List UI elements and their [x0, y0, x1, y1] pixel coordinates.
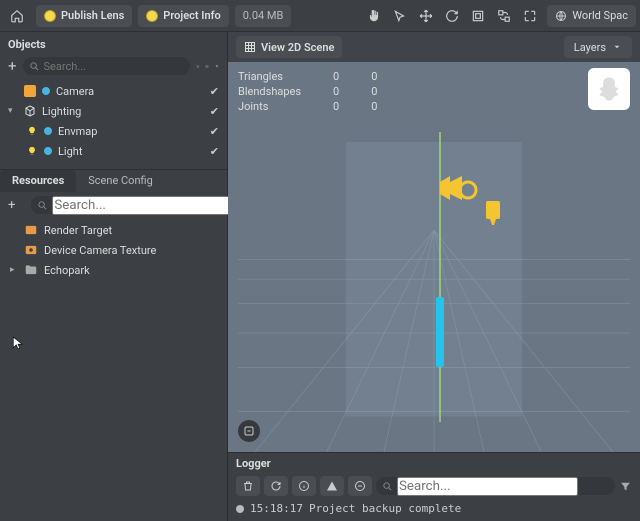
logger-search-input[interactable]: [397, 477, 578, 496]
viewport-stats: Triangles00 Blendshapes00 Joints00: [236, 68, 409, 115]
tree-row-lighting[interactable]: ▾ Lighting ✔: [4, 101, 223, 121]
log-level-dot-icon: [236, 505, 244, 513]
logger-reload-button[interactable]: [264, 476, 288, 496]
logger-error-filter[interactable]: [348, 476, 372, 496]
lightbulb-icon: [26, 126, 38, 136]
resources-search[interactable]: [31, 196, 239, 214]
grid-icon: [244, 41, 256, 53]
sun-icon: [44, 10, 56, 22]
logger-panel-title: Logger: [228, 453, 640, 474]
filter-icon[interactable]: [215, 60, 219, 73]
project-size-label: 0.04 MB: [235, 5, 292, 27]
publish-lens-label: Publish Lens: [61, 9, 124, 22]
log-entry: 15:18:17 Project backup complete: [228, 500, 640, 521]
tree-row-light[interactable]: Light ✔: [4, 141, 223, 161]
enabled-check-icon[interactable]: ✔: [210, 145, 219, 158]
expand-caret-icon[interactable]: ▸: [10, 265, 18, 275]
search-icon: [29, 61, 40, 72]
objects-search[interactable]: [23, 57, 190, 75]
character-gizmo: [436, 297, 444, 367]
tab-resources[interactable]: Resources: [0, 170, 76, 192]
expand-tool-icon[interactable]: [519, 5, 541, 27]
log-time: 15:18:17: [250, 502, 303, 515]
select-tool-icon[interactable]: [389, 5, 411, 27]
dot-icon: [44, 147, 52, 155]
expand-caret-icon[interactable]: ▾: [8, 106, 18, 116]
transform-tool-icon[interactable]: [493, 5, 515, 27]
layers-dropdown[interactable]: Layers: [564, 36, 632, 58]
render-target-icon: [24, 223, 38, 237]
enabled-check-icon[interactable]: ✔: [210, 105, 219, 118]
object-icon: [24, 105, 36, 117]
snapchat-ghost-icon: [588, 68, 630, 110]
tree-row-envmap[interactable]: Envmap ✔: [4, 121, 223, 141]
lightbulb-icon: [26, 146, 38, 156]
home-button[interactable]: [4, 5, 30, 27]
list-icon[interactable]: [196, 60, 200, 73]
scale-tool-icon[interactable]: [467, 5, 489, 27]
chevron-down-icon: [612, 42, 622, 52]
coordinate-space-dropdown[interactable]: World Spac: [547, 5, 636, 27]
tab-scene-config[interactable]: Scene Config: [76, 170, 165, 192]
log-message: Project backup complete: [309, 502, 461, 515]
folder-icon: [24, 263, 38, 277]
move-tool-icon[interactable]: [415, 5, 437, 27]
light-gizmo-icon: [480, 197, 510, 227]
objects-search-input[interactable]: [44, 60, 184, 73]
collapse-stats-button[interactable]: [238, 420, 260, 442]
eye-icon[interactable]: [205, 60, 209, 73]
project-info-button[interactable]: Project Info: [138, 5, 228, 27]
project-info-label: Project Info: [163, 9, 220, 22]
dot-icon: [42, 87, 50, 95]
camera-chip-icon: [24, 85, 36, 97]
publish-lens-button[interactable]: Publish Lens: [36, 5, 132, 27]
add-object-button[interactable]: +: [8, 57, 17, 75]
enabled-check-icon[interactable]: ✔: [210, 85, 219, 98]
enabled-check-icon[interactable]: ✔: [210, 125, 219, 138]
resource-row-echopark[interactable]: ▸ Echopark: [6, 260, 221, 280]
logger-warning-filter[interactable]: [320, 476, 344, 496]
grid-floor: [238, 142, 630, 452]
tree-row-camera[interactable]: Camera ✔: [4, 81, 223, 101]
viewport-3d[interactable]: Triangles00 Blendshapes00 Joints00: [228, 62, 640, 452]
search-icon: [382, 481, 393, 492]
dot-icon: [44, 127, 52, 135]
view-2d-scene-button[interactable]: View 2D Scene: [236, 36, 342, 58]
globe-icon: [555, 10, 567, 22]
search-icon: [37, 200, 48, 211]
add-resource-button[interactable]: +: [8, 198, 15, 213]
rotate-tool-icon[interactable]: [441, 5, 463, 27]
filter-icon[interactable]: [619, 480, 632, 493]
logger-search[interactable]: [376, 477, 615, 495]
pan-tool-icon[interactable]: [363, 5, 385, 27]
logger-info-filter[interactable]: [292, 476, 316, 496]
logger-clear-button[interactable]: [236, 476, 260, 496]
resources-search-input[interactable]: [52, 196, 233, 215]
objects-panel-title: Objects: [0, 32, 227, 55]
camera-texture-icon: [24, 243, 38, 257]
resource-row-device-camera-texture[interactable]: Device Camera Texture: [6, 240, 221, 260]
dot-icon: [146, 10, 158, 22]
resource-row-render-target[interactable]: Render Target: [6, 220, 221, 240]
camera-gizmo-icon: [438, 172, 478, 208]
